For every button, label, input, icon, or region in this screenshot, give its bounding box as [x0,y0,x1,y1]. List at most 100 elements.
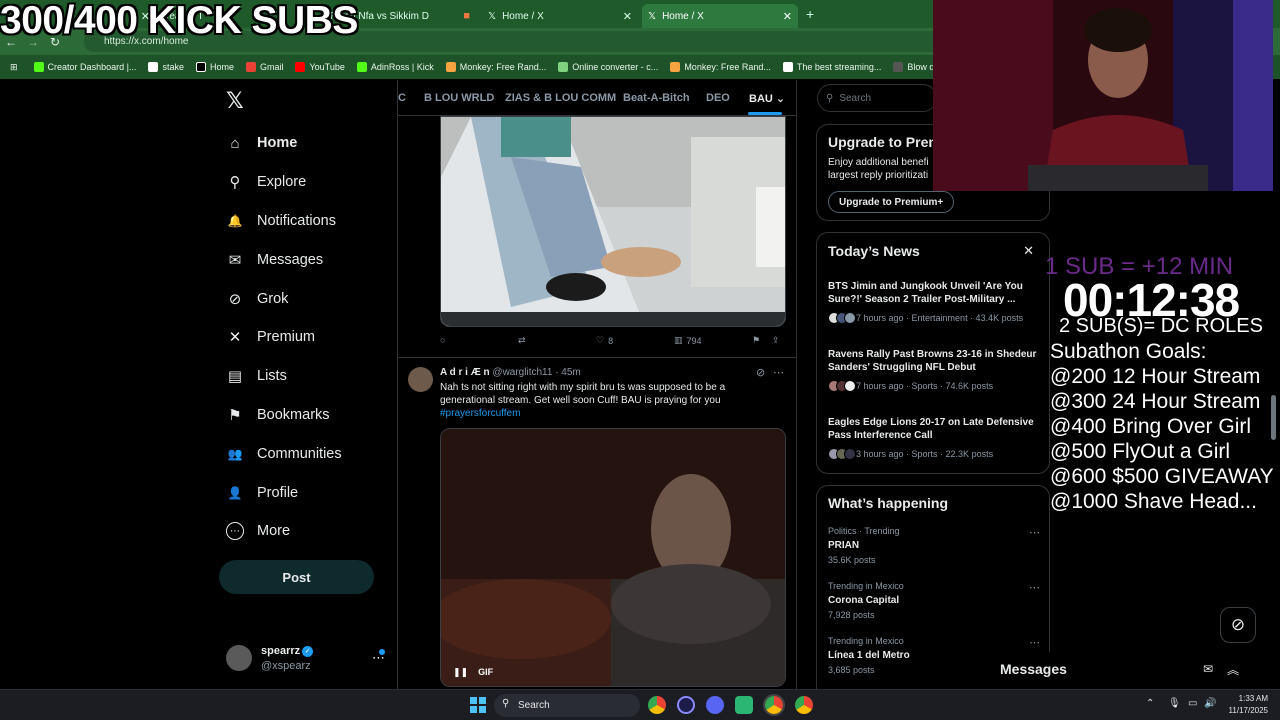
sidebar-item-bookmarks[interactable]: ⚑ Bookmarks [226,396,342,435]
taskbar-search[interactable]: ⚲ Search [494,694,640,717]
goals-title: Subathon Goals: [1050,340,1207,363]
tab-zias-b-lou-comm[interactable]: ZIAS & B LOU COMM [505,92,616,104]
sidebar-nav: ⌂ Home ⚲ Explore 🔔 Notifications ✉ Messages … [226,124,342,551]
more-dots-icon[interactable]: ⋯ [773,366,784,379]
close-tab-icon[interactable]: ■ [463,10,470,22]
search-input[interactable]: ⚲ Search [817,84,937,112]
search-icon: ⚲ [826,92,834,104]
bookmark-item[interactable]: Online converter - c... [552,62,664,72]
taskbar-clock[interactable]: 1:33 AM 11/17/2025 [1222,693,1268,717]
apps-icon[interactable]: ⊞ [0,62,28,73]
retweet-icon[interactable]: ⇄ [518,335,526,346]
tweet-header: A d r i Æ n @warglitch11 · 45m [440,367,581,378]
tab-c[interactable]: C [398,92,406,104]
bookmark-tweet-icon[interactable]: ⚑ [752,335,760,346]
pause-icon[interactable]: ❚❚ [453,667,468,678]
bookmark-item[interactable]: The best streaming... [777,62,888,72]
more-dots-icon[interactable]: ⋯ [1029,636,1040,649]
sidebar-item-grok[interactable]: ⊘ Grok [226,279,342,318]
tab-b-lou-wrld[interactable]: B LOU WRLD [424,92,494,104]
share-icon[interactable]: ⇪ [772,335,780,346]
bookmark-item[interactable]: Monkey: Free Rand... [664,62,777,72]
account-switcher[interactable]: spearrz ✓ @xspearz ⋯ [226,643,391,675]
sidebar-item-explore[interactable]: ⚲ Explore [226,163,342,202]
app-icon[interactable] [677,696,695,714]
bookmark-item[interactable]: Monkey: Free Rand... [440,62,553,72]
expand-icon[interactable]: ︽ [1227,661,1239,678]
bookmark-item[interactable]: Creator Dashboard |... [28,62,143,72]
subs-goal-overlay: 300/400 KICK SUBS [0,0,358,42]
news-item[interactable]: Ravens Rally Past Browns 23-16 in Shedeu… [828,348,1040,392]
microphone-icon[interactable]: 🎙 [1168,698,1181,709]
reply-icon[interactable]: ○ [440,335,445,345]
goal-item: @1000 Shave Head... [1050,490,1257,513]
tweet-author-name[interactable]: A d r i Æ n [440,367,490,378]
new-message-icon[interactable]: ✉ [1203,662,1213,676]
bookmark-item[interactable]: Home [190,62,240,72]
tweet-avatar[interactable] [408,367,433,392]
avatars-icon [828,312,856,324]
tweet-time[interactable]: · 45m [555,367,581,378]
browser-tab[interactable]: 𝕏 Home / X ✕ [482,4,638,28]
x-logo-icon[interactable]: 𝕏 [226,88,244,114]
sidebar-item-profile[interactable]: 👤 Profile [226,473,342,512]
bookmark-item[interactable]: stake [142,62,190,72]
grok-button[interactable]: ⊘ [1220,607,1256,643]
trend-item[interactable]: Politics · Trending PRIAN 35.6K posts ⋯ [828,526,1040,565]
scrollbar[interactable] [1271,395,1276,440]
sidebar-item-home[interactable]: ⌂ Home [226,124,342,163]
upgrade-premium-button[interactable]: Upgrade to Premium+ [828,191,955,213]
windows-start-icon[interactable] [470,697,486,713]
tweet-media-gif[interactable]: ❚❚ GIF [440,428,786,687]
streamer-webcam-image [933,0,1273,191]
hospital-bed-image [441,117,785,326]
more-dots-icon[interactable]: ⋯ [1029,581,1040,594]
avatar [226,645,252,671]
close-icon[interactable]: ✕ [1023,243,1034,259]
network-icon[interactable]: ▭ [1188,698,1197,709]
close-tab-icon[interactable]: ✕ [623,10,632,23]
tab-bau[interactable]: BAU ⌄ [749,92,785,105]
discord-icon[interactable] [706,696,724,714]
chrome-icon[interactable] [763,694,785,716]
sidebar-item-messages[interactable]: ✉ Messages [226,240,342,279]
tab-beat-a-bitch[interactable]: Beat-A-Bitch [623,92,690,104]
close-tab-icon[interactable]: ✕ [783,10,792,23]
app-icon[interactable] [735,696,753,714]
tab-deo[interactable]: DEO [706,92,730,104]
bookmark-item[interactable]: Gmail [240,62,290,72]
browser-tab-active[interactable]: 𝕏 Home / X ✕ [642,4,798,28]
chrome-icon[interactable] [648,696,666,714]
chevron-up-icon[interactable]: ⌃ [1146,698,1154,709]
tweet-author-handle[interactable]: @warglitch11 [492,367,552,378]
more-dots-icon[interactable]: ⋯ [1029,526,1040,539]
account-name: spearrz [261,645,301,657]
premium-description: Enjoy additional benefi largest reply pr… [828,157,929,181]
sidebar-item-communities[interactable]: 👥 Communities [226,434,342,473]
new-tab-icon[interactable]: + [806,6,814,22]
grok-icon[interactable]: ⊘ [756,366,765,379]
trend-item[interactable]: Trending in Mexico Corona Capital 7,928 … [828,581,1040,620]
sidebar-item-lists[interactable]: ▤ Lists [226,357,342,396]
news-item[interactable]: BTS Jimin and Jungkook Unveil 'Are You S… [828,280,1040,324]
post-button[interactable]: Post [219,560,374,594]
news-item[interactable]: Eagles Edge Lions 20-17 on Late Defensiv… [828,416,1040,460]
gif-image [441,429,785,686]
todays-news-card: Today’s News ✕ BTS Jimin and Jungkook Un… [816,232,1050,474]
messages-drawer[interactable]: Messages ✉ ︽ [985,652,1255,689]
sidebar-item-notifications[interactable]: 🔔 Notifications [226,202,342,241]
more-icon: ⋯ [226,522,244,541]
tweet-media-image[interactable] [440,116,786,327]
sidebar-item-more[interactable]: ⋯ More [226,512,342,551]
goal-item: @200 12 Hour Stream [1050,365,1261,388]
chrome-icon[interactable] [795,696,813,714]
sidebar-item-premium[interactable]: ✕ Premium [226,318,342,357]
hashtag-link[interactable]: #prayersforcuffem [440,408,520,419]
volume-icon[interactable]: 🔊 [1204,698,1216,709]
grok-icon: ⊘ [1230,615,1246,634]
views-button[interactable]: ▥ 794 [674,335,702,346]
bookmark-item[interactable]: YouTube [289,62,350,72]
bookmark-item[interactable]: AdinRoss | Kick [351,62,440,72]
premium-title: Upgrade to Prem [828,134,941,150]
like-button[interactable]: ♡ 8 [596,335,613,346]
